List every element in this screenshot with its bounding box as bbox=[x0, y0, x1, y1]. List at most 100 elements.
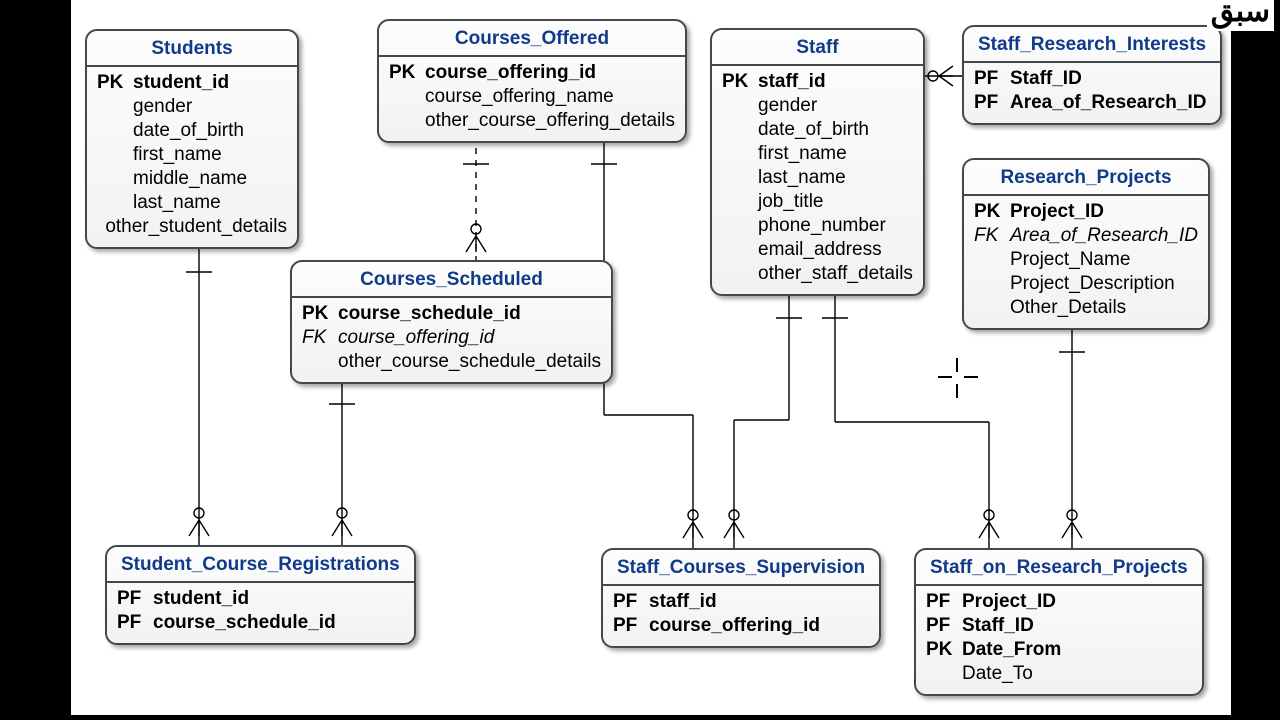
attribute-name: other_student_details bbox=[105, 215, 287, 239]
attribute-row: other_course_schedule_details bbox=[302, 350, 601, 374]
attribute-name: Date_From bbox=[962, 638, 1061, 662]
key-label: PK bbox=[974, 200, 1002, 224]
attribute-name: gender bbox=[133, 95, 192, 119]
entity-title: Courses_Scheduled bbox=[292, 262, 611, 298]
key-label bbox=[974, 272, 1002, 296]
key-label bbox=[974, 248, 1002, 272]
attribute-name: staff_id bbox=[649, 590, 717, 614]
key-label: PF bbox=[974, 67, 1002, 91]
attribute-name: other_course_schedule_details bbox=[338, 350, 601, 374]
attribute-row: PF Staff_ID bbox=[926, 614, 1192, 638]
attribute-row: other_course_offering_details bbox=[389, 109, 675, 133]
attribute-name: Staff_ID bbox=[962, 614, 1034, 638]
key-label: PF bbox=[974, 91, 1002, 115]
attribute-row: first_name bbox=[97, 143, 287, 167]
key-label bbox=[722, 94, 750, 118]
attribute-row: Other_Details bbox=[974, 296, 1198, 320]
attribute-row: phone_number bbox=[722, 214, 913, 238]
attribute-name: course_offering_id bbox=[649, 614, 820, 638]
attribute-name: job_title bbox=[758, 190, 824, 214]
entity-courses-scheduled[interactable]: Courses_Scheduled PKcourse_schedule_idFK… bbox=[290, 260, 613, 384]
attribute-row: middle_name bbox=[97, 167, 287, 191]
attribute-name: other_course_offering_details bbox=[425, 109, 675, 133]
entity-staff[interactable]: Staff PKstaff_idgenderdate_of_birthfirst… bbox=[710, 28, 925, 296]
attribute-name: Project_Name bbox=[1010, 248, 1130, 272]
key-label bbox=[389, 109, 417, 133]
entity-title: Staff_Research_Interests bbox=[964, 27, 1220, 63]
key-label: PK bbox=[722, 70, 750, 94]
key-label: PK bbox=[926, 638, 954, 662]
attribute-row: course_offering_name bbox=[389, 85, 675, 109]
attribute-row: Project_Description bbox=[974, 272, 1198, 296]
entity-title: Staff_on_Research_Projects bbox=[916, 550, 1202, 586]
entity-student-course-registrations[interactable]: Student_Course_Registrations PFstudent_i… bbox=[105, 545, 416, 645]
key-label: PK bbox=[97, 71, 125, 95]
key-label bbox=[389, 85, 417, 109]
attribute-name: other_staff_details bbox=[758, 262, 913, 286]
entity-staff-research-interests[interactable]: Staff_Research_Interests PF Staff_ID PF Are… bbox=[962, 25, 1222, 125]
attribute-name: first_name bbox=[758, 142, 847, 166]
key-label: FK bbox=[974, 224, 1002, 248]
attribute-name: student_id bbox=[133, 71, 229, 95]
attribute-name: course_offering_id bbox=[338, 326, 494, 350]
attribute-name: course_schedule_id bbox=[338, 302, 521, 326]
attribute-row: date_of_birth bbox=[722, 118, 913, 142]
key-label: PF bbox=[926, 614, 954, 638]
attribute-name: Other_Details bbox=[1010, 296, 1126, 320]
key-label bbox=[97, 191, 125, 215]
key-label bbox=[926, 662, 954, 686]
entity-students[interactable]: Students PK student_idgenderdate_of_birth… bbox=[85, 29, 299, 249]
attribute-row: date_of_birth bbox=[97, 119, 287, 143]
key-label bbox=[97, 95, 125, 119]
attribute-row: FKcourse_offering_id bbox=[302, 326, 601, 350]
attribute-row: FK Area_of_Research_ID bbox=[974, 224, 1198, 248]
attribute-row: PK student_id bbox=[97, 71, 287, 95]
attribute-name: phone_number bbox=[758, 214, 886, 238]
attribute-row: PF staff_id bbox=[613, 590, 869, 614]
entity-staff-courses-supervision[interactable]: Staff_Courses_Supervision PF staff_idPFco… bbox=[601, 548, 881, 648]
attribute-row: job_title bbox=[722, 190, 913, 214]
attribute-name: Project_Description bbox=[1010, 272, 1175, 296]
attribute-name: date_of_birth bbox=[758, 118, 869, 142]
key-label: PF bbox=[926, 590, 954, 614]
entity-title: Courses_Offered bbox=[379, 21, 685, 57]
attribute-row: last_name bbox=[722, 166, 913, 190]
attribute-row: PF Area_of_Research_ID bbox=[974, 91, 1210, 115]
key-label bbox=[722, 262, 750, 286]
attribute-row: first_name bbox=[722, 142, 913, 166]
attribute-row: PKcourse_offering_id bbox=[389, 61, 675, 85]
attribute-name: course_offering_name bbox=[425, 85, 614, 109]
attribute-row: PF Staff_ID bbox=[974, 67, 1210, 91]
attribute-name: course_schedule_id bbox=[153, 611, 336, 635]
attribute-name: Area_of_Research_ID bbox=[1010, 91, 1206, 115]
attribute-name: last_name bbox=[758, 166, 846, 190]
key-label: PK bbox=[389, 61, 417, 85]
key-label: PF bbox=[117, 611, 145, 635]
attribute-row: other_student_details bbox=[97, 215, 287, 239]
erd-canvas: Students PKstudent_idgenderdate_of_birth… bbox=[71, 0, 1231, 715]
attribute-row: PK Date_From bbox=[926, 638, 1192, 662]
attribute-name: Staff_ID bbox=[1010, 67, 1082, 91]
entity-research-projects[interactable]: Research_Projects PKProject_IDFKArea_of_… bbox=[962, 158, 1210, 330]
entity-courses-offered[interactable]: Courses_Offered PKcourse_offering_idcour… bbox=[377, 19, 687, 143]
entity-staff-on-research-projects[interactable]: Staff_on_Research_Projects PFProject_IDP… bbox=[914, 548, 1204, 696]
attribute-row: gender bbox=[97, 95, 287, 119]
crosshair-cursor-icon bbox=[938, 358, 978, 398]
attribute-row: other_staff_details bbox=[722, 262, 913, 286]
attribute-row: gender bbox=[722, 94, 913, 118]
attribute-row: PKProject_ID bbox=[974, 200, 1198, 224]
key-label bbox=[722, 238, 750, 262]
attribute-name: gender bbox=[758, 94, 817, 118]
key-label bbox=[974, 296, 1002, 320]
key-label bbox=[97, 167, 125, 191]
entity-title: Staff_Courses_Supervision bbox=[603, 550, 879, 586]
attribute-name: Area_of_Research_ID bbox=[1010, 224, 1198, 248]
attribute-row: PFstudent_id bbox=[117, 587, 404, 611]
attribute-name: email_address bbox=[758, 238, 882, 262]
key-label: PF bbox=[613, 590, 641, 614]
attribute-name: student_id bbox=[153, 587, 249, 611]
attribute-name: Project_ID bbox=[962, 590, 1056, 614]
attribute-row: PFcourse_offering_id bbox=[613, 614, 869, 638]
entity-title: Students bbox=[87, 31, 297, 67]
attribute-name: middle_name bbox=[133, 167, 247, 191]
